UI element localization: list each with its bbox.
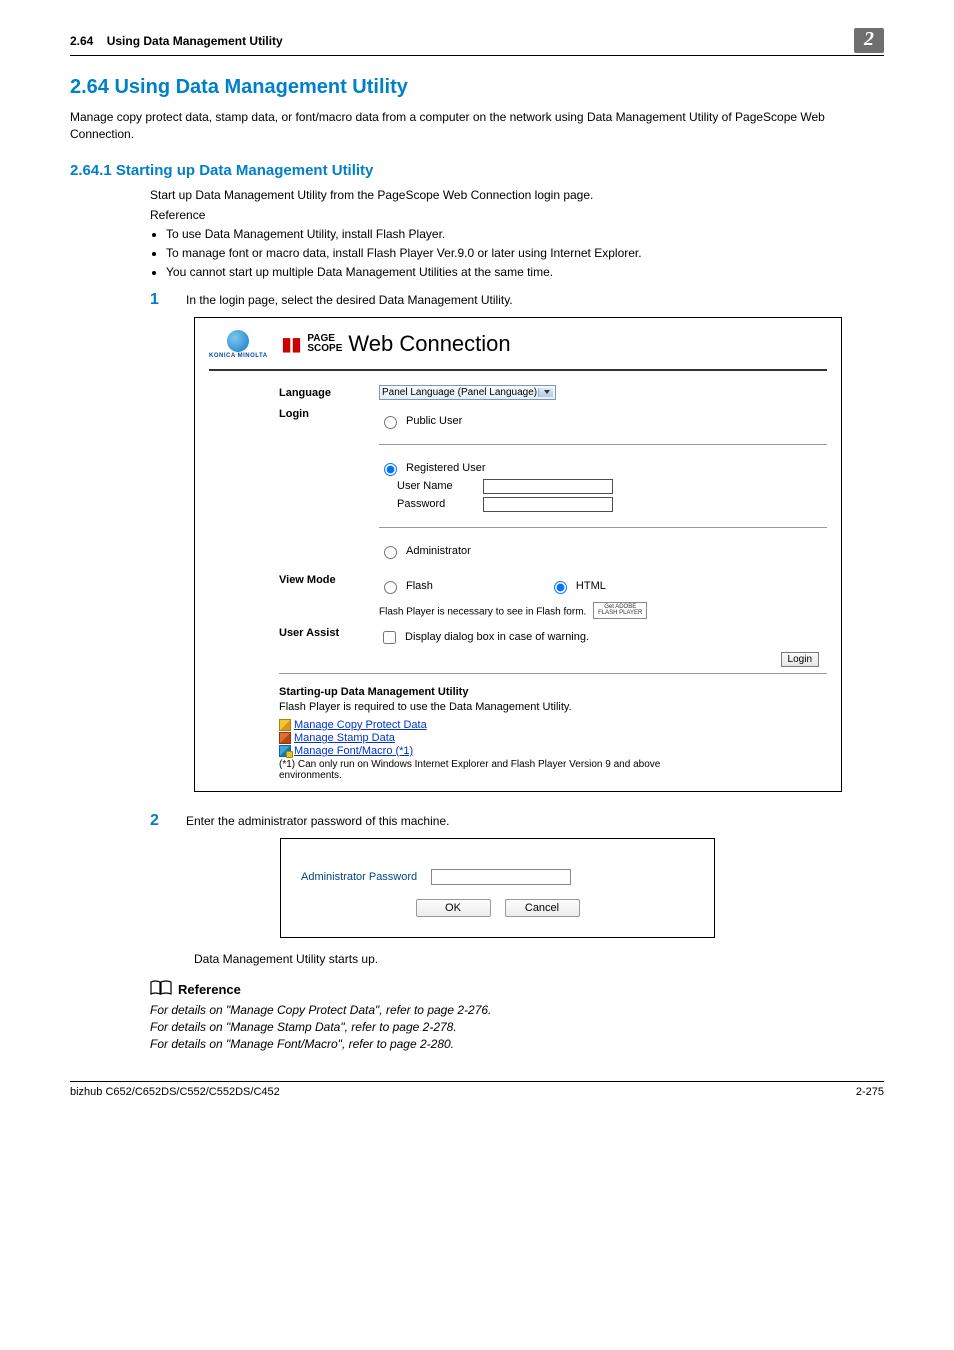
manage-stamp-link[interactable]: Manage Stamp Data <box>279 732 827 744</box>
manage-copy-protect-link[interactable]: Manage Copy Protect Data <box>279 719 827 731</box>
step-text: Enter the administrator password of this… <box>186 812 449 828</box>
konica-minolta-logo: KONICA MINOLTA <box>209 330 268 359</box>
stamp-icon <box>279 732 291 744</box>
cancel-button[interactable]: Cancel <box>505 899 580 917</box>
ref-bullet: To use Data Management Utility, install … <box>166 226 884 243</box>
admin-password-input[interactable] <box>431 869 571 885</box>
view-mode-label: View Mode <box>279 572 379 619</box>
administrator-label: Administrator <box>406 545 471 557</box>
pagescope-logo: ▮▮ PAGE SCOPE Web Connection <box>282 331 511 357</box>
ok-button[interactable]: OK <box>416 899 491 917</box>
step-number: 1 <box>150 291 186 309</box>
user-assist-checkbox[interactable] <box>383 631 396 644</box>
reference-bullet-list: To use Data Management Utility, install … <box>150 226 884 280</box>
password-dialog-figure: Administrator Password OK Cancel <box>280 838 715 938</box>
flash-note: Flash Player is necessary to see in Flas… <box>379 606 586 617</box>
font-macro-icon <box>279 745 291 757</box>
section-heading: 2.64 Using Data Management Utility <box>70 76 884 99</box>
flash-radio[interactable] <box>384 581 397 594</box>
adobe-flash-badge[interactable]: Get ADOBE FLASH PLAYER <box>593 602 647 619</box>
login-button[interactable]: Login <box>781 652 819 667</box>
registered-user-label: Registered User <box>406 462 485 474</box>
user-assist-text: Display dialog box in case of warning. <box>405 631 589 643</box>
step-number: 2 <box>150 812 186 830</box>
dmu-footnote: (*1) Can only run on Windows Internet Ex… <box>279 759 709 781</box>
flash-radio-label: Flash <box>406 580 433 592</box>
step-text: In the login page, select the desired Da… <box>186 291 513 307</box>
footer-page: 2-275 <box>856 1086 884 1098</box>
language-label: Language <box>279 385 379 400</box>
book-icon <box>150 980 172 999</box>
after-dialog-text: Data Management Utility starts up. <box>194 952 884 966</box>
footer-model: bizhub C652/C652DS/C552/C552DS/C452 <box>70 1086 280 1098</box>
header-section-number: 2.64 <box>70 34 93 48</box>
login-label: Login <box>279 406 379 420</box>
manage-font-macro-link[interactable]: Manage Font/Macro (*1) <box>279 745 827 757</box>
ref-bullet: You cannot start up multiple Data Manage… <box>166 264 884 281</box>
language-select[interactable]: Panel Language (Panel Language) <box>379 385 556 400</box>
password-label: Password <box>397 498 477 510</box>
login-page-figure: KONICA MINOLTA ▮▮ PAGE SCOPE Web Connect… <box>194 317 842 792</box>
dmu-subtitle: Flash Player is required to use the Data… <box>279 701 827 713</box>
dmu-title: Starting-up Data Management Utility <box>279 686 827 698</box>
html-radio[interactable] <box>554 581 567 594</box>
reference-link-line: For details on "Manage Copy Protect Data… <box>150 1003 884 1017</box>
username-label: User Name <box>397 480 477 492</box>
username-input[interactable] <box>483 479 613 494</box>
password-input[interactable] <box>483 497 613 512</box>
admin-password-label: Administrator Password <box>301 871 417 883</box>
administrator-radio[interactable] <box>384 546 397 559</box>
reference-header: Reference <box>178 982 241 997</box>
page-header: 2.64 Using Data Management Utility 2 <box>70 28 884 56</box>
reference-link-line: For details on "Manage Stamp Data", refe… <box>150 1020 884 1034</box>
public-user-label: Public User <box>406 415 462 427</box>
user-assist-label: User Assist <box>279 625 379 665</box>
chapter-badge: 2 <box>854 28 884 53</box>
copy-protect-icon <box>279 719 291 731</box>
page-footer: bizhub C652/C652DS/C552/C552DS/C452 2-27… <box>70 1081 884 1098</box>
reference-link-line: For details on "Manage Font/Macro", refe… <box>150 1037 884 1051</box>
header-section-label: Using Data Management Utility <box>107 34 283 48</box>
section-intro: Manage copy protect data, stamp data, or… <box>70 109 884 144</box>
public-user-radio[interactable] <box>384 416 397 429</box>
reference-label: Reference <box>150 208 884 222</box>
ref-bullet: To manage font or macro data, install Fl… <box>166 245 884 262</box>
html-radio-label: HTML <box>576 580 606 592</box>
subsection-intro: Start up Data Management Utility from th… <box>150 187 884 204</box>
registered-user-radio[interactable] <box>384 463 397 476</box>
subsection-heading: 2.64.1 Starting up Data Management Utili… <box>70 162 884 179</box>
